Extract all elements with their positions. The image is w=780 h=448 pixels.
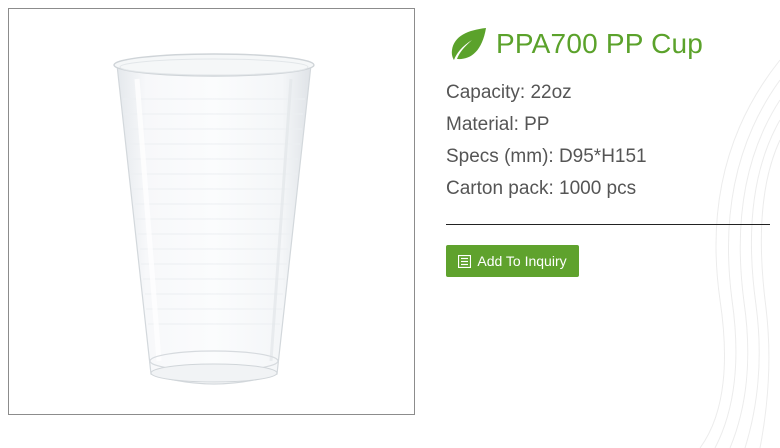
spec-carton-pack: Carton pack: 1000 pcs bbox=[446, 178, 637, 199]
list-icon bbox=[458, 254, 472, 268]
spec-dimensions: Specs (mm): D95*H151 bbox=[446, 146, 647, 167]
product-specs: Capacity: 22oz Material: PP Specs (mm): … bbox=[446, 80, 647, 208]
product-image-frame[interactable] bbox=[8, 8, 415, 415]
background-decoration bbox=[699, 59, 780, 448]
product-title: PPA700 PP Cup bbox=[496, 28, 704, 59]
leaf-icon bbox=[451, 28, 486, 60]
spec-capacity: Capacity: 22oz bbox=[446, 82, 572, 103]
add-to-inquiry-label: Add To Inquiry bbox=[477, 253, 567, 269]
product-image-cup bbox=[113, 53, 315, 385]
spec-material: Material: PP bbox=[446, 114, 550, 135]
product-title-row: PPA700 PP Cup bbox=[446, 26, 703, 62]
divider bbox=[446, 224, 770, 225]
add-to-inquiry-button[interactable]: Add To Inquiry bbox=[446, 245, 579, 277]
